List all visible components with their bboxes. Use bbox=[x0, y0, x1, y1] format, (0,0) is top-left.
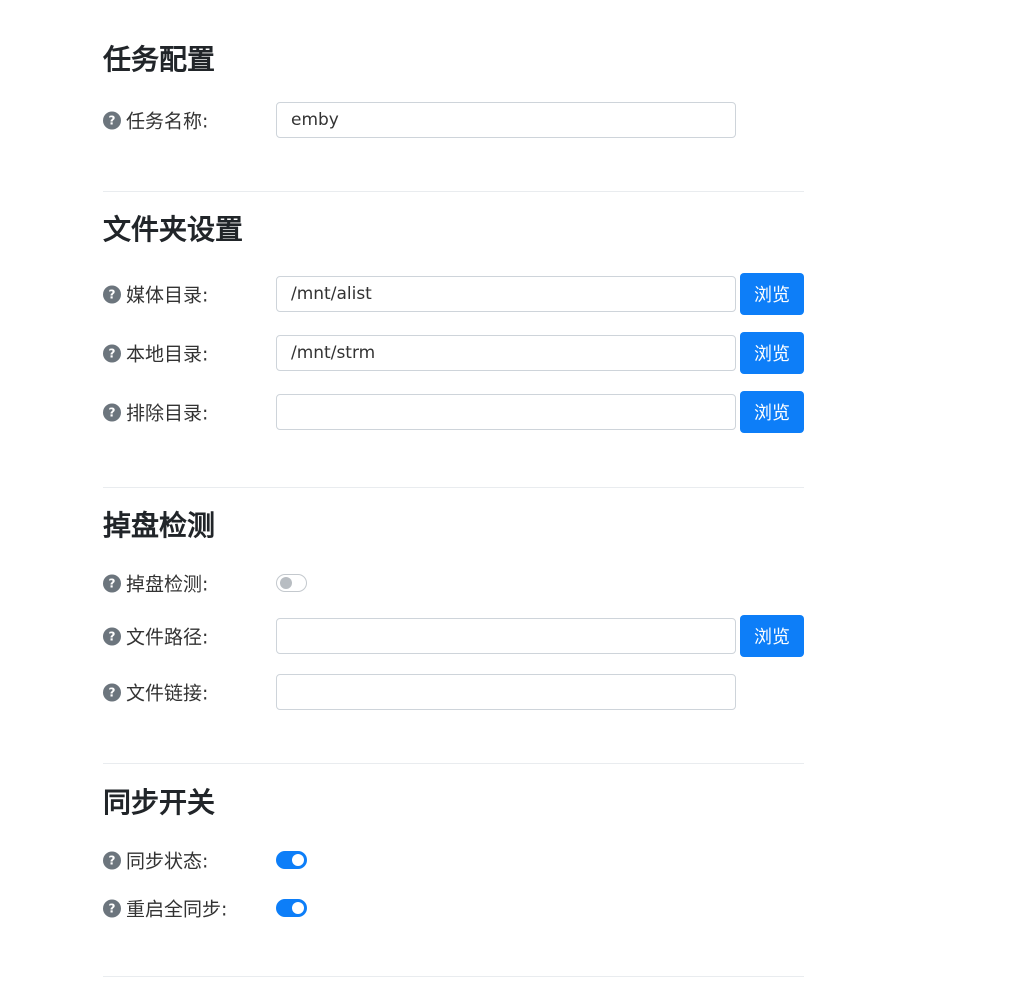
help-icon[interactable]: ? bbox=[103, 683, 121, 701]
toggle-knob bbox=[292, 902, 304, 914]
exclude-dir-label: ? 排除目录: bbox=[103, 399, 208, 426]
drop-check-toggle[interactable] bbox=[276, 574, 307, 592]
help-icon[interactable]: ? bbox=[103, 111, 121, 129]
restart-full-sync-label-text: 重启全同步: bbox=[126, 898, 228, 921]
local-dir-label-text: 本地目录: bbox=[126, 343, 209, 366]
file-link-label: ? 文件链接: bbox=[103, 679, 208, 706]
local-dir-input[interactable] bbox=[276, 335, 736, 371]
row-media-dir: ? 媒体目录: 浏览 bbox=[103, 273, 804, 315]
local-dir-label: ? 本地目录: bbox=[103, 340, 208, 367]
media-dir-input[interactable] bbox=[276, 276, 736, 312]
help-icon[interactable]: ? bbox=[103, 403, 121, 421]
file-link-label-text: 文件链接: bbox=[126, 682, 209, 705]
task-name-label: ? 任务名称: bbox=[103, 107, 208, 134]
row-local-dir: ? 本地目录: 浏览 bbox=[103, 332, 804, 374]
exclude-dir-browse-button[interactable]: 浏览 bbox=[740, 391, 804, 433]
toggle-knob bbox=[280, 577, 292, 589]
row-sync-status: ? 同步状态: bbox=[103, 839, 804, 881]
section-title-sync: 同步开关 bbox=[103, 786, 216, 819]
file-path-browse-button[interactable]: 浏览 bbox=[740, 615, 804, 657]
row-exclude-dir: ? 排除目录: 浏览 bbox=[103, 391, 804, 433]
toggle-knob bbox=[292, 854, 304, 866]
divider bbox=[103, 976, 804, 977]
help-icon[interactable]: ? bbox=[103, 285, 121, 303]
help-icon[interactable]: ? bbox=[103, 899, 121, 917]
row-restart-full-sync: ? 重启全同步: bbox=[103, 887, 804, 929]
local-dir-browse-button[interactable]: 浏览 bbox=[740, 332, 804, 374]
restart-full-sync-label: ? 重启全同步: bbox=[103, 895, 227, 922]
help-icon[interactable]: ? bbox=[103, 851, 121, 869]
exclude-dir-label-text: 排除目录: bbox=[126, 402, 209, 425]
help-icon[interactable]: ? bbox=[103, 574, 121, 592]
divider bbox=[103, 487, 804, 488]
divider bbox=[103, 763, 804, 764]
file-path-input[interactable] bbox=[276, 618, 736, 654]
section-title-task: 任务配置 bbox=[103, 43, 216, 76]
exclude-dir-input[interactable] bbox=[276, 394, 736, 430]
row-file-link: ? 文件链接: bbox=[103, 671, 804, 713]
restart-full-sync-toggle[interactable] bbox=[276, 899, 307, 917]
media-dir-label: ? 媒体目录: bbox=[103, 281, 208, 308]
row-drop-check: ? 掉盘检测: bbox=[103, 562, 804, 604]
section-title-drop: 掉盘检测 bbox=[103, 509, 216, 542]
sync-status-label: ? 同步状态: bbox=[103, 847, 208, 874]
file-path-label: ? 文件路径: bbox=[103, 623, 208, 650]
row-file-path: ? 文件路径: 浏览 bbox=[103, 615, 804, 657]
sync-status-toggle[interactable] bbox=[276, 851, 307, 869]
task-name-label-text: 任务名称: bbox=[126, 110, 209, 133]
drop-check-label: ? 掉盘检测: bbox=[103, 570, 208, 597]
help-icon[interactable]: ? bbox=[103, 344, 121, 362]
drop-check-label-text: 掉盘检测: bbox=[126, 573, 209, 596]
section-title-folder: 文件夹设置 bbox=[103, 213, 244, 246]
help-icon[interactable]: ? bbox=[103, 627, 121, 645]
task-name-input[interactable] bbox=[276, 102, 736, 138]
settings-page: 任务配置 ? 任务名称: 文件夹设置 ? 媒体目录: 浏览 ? 本地目录: 浏览… bbox=[0, 0, 1024, 981]
row-task-name: ? 任务名称: bbox=[103, 99, 804, 141]
file-path-label-text: 文件路径: bbox=[126, 626, 209, 649]
media-dir-browse-button[interactable]: 浏览 bbox=[740, 273, 804, 315]
sync-status-label-text: 同步状态: bbox=[126, 850, 209, 873]
media-dir-label-text: 媒体目录: bbox=[126, 284, 209, 307]
file-link-input[interactable] bbox=[276, 674, 736, 710]
divider bbox=[103, 191, 804, 192]
